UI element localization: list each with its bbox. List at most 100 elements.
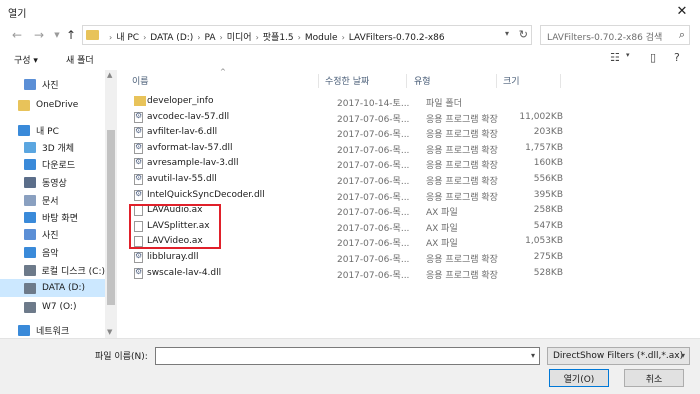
breadcrumb-item[interactable]: DATA (D:) <box>150 33 193 43</box>
column-divider[interactable] <box>560 74 561 88</box>
dll-file-icon <box>134 251 143 263</box>
sidebar-item[interactable]: 로컬 디스크 (C:) <box>0 261 105 279</box>
search-input[interactable]: LAVFilters-0.70.2-x86 검색 ⌕ <box>540 25 690 45</box>
chevron-down-icon: ▼ <box>54 31 60 39</box>
sidebar-item[interactable]: 바탕 화면 <box>0 208 105 226</box>
sidebar-item[interactable]: W7 (O:) <box>0 298 105 316</box>
column-header-name[interactable]: 이름 <box>132 74 149 87</box>
file-type-select[interactable]: DirectShow Filters (*.dll,*.ax) ▾ <box>547 347 690 365</box>
sidebar-scrollbar[interactable]: ▲ ▼ <box>105 70 117 338</box>
chevron-right-icon[interactable]: › <box>109 33 112 42</box>
file-row[interactable]: developer_info 2017-10-14-토... 파일 폴더 <box>132 94 558 109</box>
chevron-right-icon[interactable]: › <box>220 33 223 42</box>
preview-pane-icon[interactable]: ▯ <box>650 51 656 64</box>
chevron-down-icon[interactable]: ▾ <box>505 29 509 38</box>
chevron-right-icon[interactable]: › <box>143 33 146 42</box>
address-bar[interactable]: › 내 PC › DATA (D:) › PA › 미디어 › 팟플1.5 › Module › LAVF… <box>82 25 532 45</box>
3d-objects-icon <box>24 141 36 153</box>
sidebar-item[interactable]: 동영상 <box>0 173 105 191</box>
file-size: 258KB <box>533 205 563 216</box>
scroll-up-icon[interactable]: ▲ <box>107 71 112 79</box>
file-name: avfilter-lav-6.dll <box>147 127 218 138</box>
pc-icon <box>18 124 30 136</box>
file-size: 203KB <box>533 127 563 138</box>
organize-button[interactable]: 구성 ▾ <box>14 53 38 66</box>
breadcrumb-item[interactable]: 미디어 <box>227 33 252 43</box>
file-size: 1,757KB <box>525 142 563 153</box>
breadcrumb-item[interactable]: 팟플1.5 <box>263 33 294 43</box>
file-type: AX 파일 <box>426 239 458 250</box>
file-type: 파일 폴더 <box>426 99 462 109</box>
chevron-right-icon[interactable]: › <box>342 33 345 42</box>
view-options-icon[interactable]: ☷ <box>610 51 620 64</box>
sidebar-item[interactable]: 음악 <box>0 243 105 261</box>
sidebar-item-label: 사진 <box>42 230 59 241</box>
cancel-button[interactable]: 취소 <box>624 369 684 387</box>
file-row[interactable]: avutil-lav-55.dll 2017-07-06-목... 응용 프로그램 … <box>132 172 563 187</box>
scroll-down-icon[interactable]: ▼ <box>107 328 112 336</box>
file-date: 2017-07-06-목... <box>337 130 410 141</box>
sidebar-item[interactable]: 3D 개체 <box>0 138 105 156</box>
file-row[interactable]: avfilter-lav-6.dll 2017-07-06-목... 응용 프로그램… <box>132 125 563 141</box>
open-button[interactable]: 열기(O) <box>549 369 609 387</box>
file-row[interactable]: swscale-lav-4.dll 2017-07-06-목... 응용 프로그램 … <box>132 266 563 281</box>
sidebar-item-label: 문서 <box>42 196 59 207</box>
column-header-type[interactable]: 유형 <box>414 74 431 87</box>
help-icon[interactable]: ? <box>674 51 680 64</box>
filename-input[interactable]: ▾ <box>155 347 540 365</box>
column-divider[interactable] <box>318 74 319 88</box>
sidebar-item[interactable]: OneDrive <box>0 96 105 114</box>
scroll-thumb[interactable] <box>107 130 115 305</box>
sidebar-item[interactable]: 네트워크 <box>0 321 105 338</box>
sidebar-item-label: 음악 <box>42 248 59 259</box>
sidebar-item[interactable]: 사진 <box>0 75 105 93</box>
sidebar-item-label: 내 PC <box>36 126 59 137</box>
forward-button[interactable]: → <box>30 26 48 44</box>
breadcrumb-item[interactable]: PA <box>205 33 216 43</box>
file-row[interactable]: libbluray.dll 2017-07-06-목... 응용 프로그램 확장 27… <box>132 250 563 265</box>
file-size: 275KB <box>533 252 563 262</box>
column-header-date[interactable]: 수정한 날짜 <box>325 74 369 87</box>
file-name: swscale-lav-4.dll <box>147 267 222 278</box>
file-date: 2017-07-06-목... <box>337 239 410 250</box>
file-name: avcodec-lav-57.dll <box>147 111 230 122</box>
chevron-right-icon[interactable]: › <box>256 33 259 42</box>
file-row[interactable]: avcodec-lav-57.dll 2017-07-06-목... 응용 프로그램… <box>132 110 563 125</box>
column-header-size[interactable]: 크기 <box>503 74 520 87</box>
sidebar-item[interactable]: DATA (D:) <box>0 279 105 297</box>
chevron-down-icon: ▾ <box>680 351 685 360</box>
sidebar-item[interactable]: 문서 <box>0 191 105 209</box>
file-row[interactable]: avresample-lav-3.dll 2017-07-06-목... 응용 프로… <box>132 156 563 171</box>
chevron-down-icon[interactable]: ▾ <box>626 51 630 59</box>
arrow-left-icon: ← <box>11 28 23 42</box>
file-type-value: DirectShow Filters (*.dll,*.ax) <box>553 351 684 361</box>
breadcrumb-item[interactable]: 내 PC <box>116 33 139 43</box>
chevron-right-icon[interactable]: › <box>298 33 301 42</box>
sidebar-item[interactable]: 사진 <box>0 225 105 243</box>
file-size: 395KB <box>533 189 563 200</box>
sidebar-item[interactable]: 내 PC <box>0 121 105 139</box>
breadcrumb-item[interactable]: Module <box>305 33 338 43</box>
up-button[interactable]: ↑ <box>62 26 80 44</box>
pictures-icon <box>24 78 36 90</box>
breadcrumb-item[interactable]: LAVFilters-0.70.2-x86 <box>349 33 445 43</box>
chevron-down-icon[interactable]: ▾ <box>531 351 535 360</box>
file-size: 528KB <box>533 267 563 278</box>
column-divider[interactable] <box>496 74 497 88</box>
chevron-right-icon[interactable]: › <box>197 33 200 42</box>
refresh-icon[interactable]: ↻ <box>519 28 528 41</box>
breadcrumb: › 내 PC › DATA (D:) › PA › 미디어 › 팟플1.5 › Module › LAVF… <box>105 30 445 43</box>
sidebar-item-label: OneDrive <box>36 100 79 110</box>
file-row[interactable]: IntelQuickSyncDecoder.dll 2017-07-06-목...… <box>132 188 563 203</box>
column-divider[interactable] <box>406 74 407 88</box>
dll-file-icon <box>134 189 143 201</box>
sort-caret-icon: ^ <box>220 68 226 76</box>
file-row[interactable]: avformat-lav-57.dll 2017-07-06-목... 응용 프로그… <box>132 141 563 156</box>
close-button[interactable]: ✕ <box>664 0 700 22</box>
documents-icon <box>24 194 36 206</box>
new-folder-button[interactable]: 새 폴더 <box>66 53 94 66</box>
back-button[interactable]: ← <box>8 26 26 44</box>
drive-icon <box>24 264 36 276</box>
file-date: 2017-07-06-목... <box>337 208 410 219</box>
sidebar-item[interactable]: 다운로드 <box>0 155 105 173</box>
